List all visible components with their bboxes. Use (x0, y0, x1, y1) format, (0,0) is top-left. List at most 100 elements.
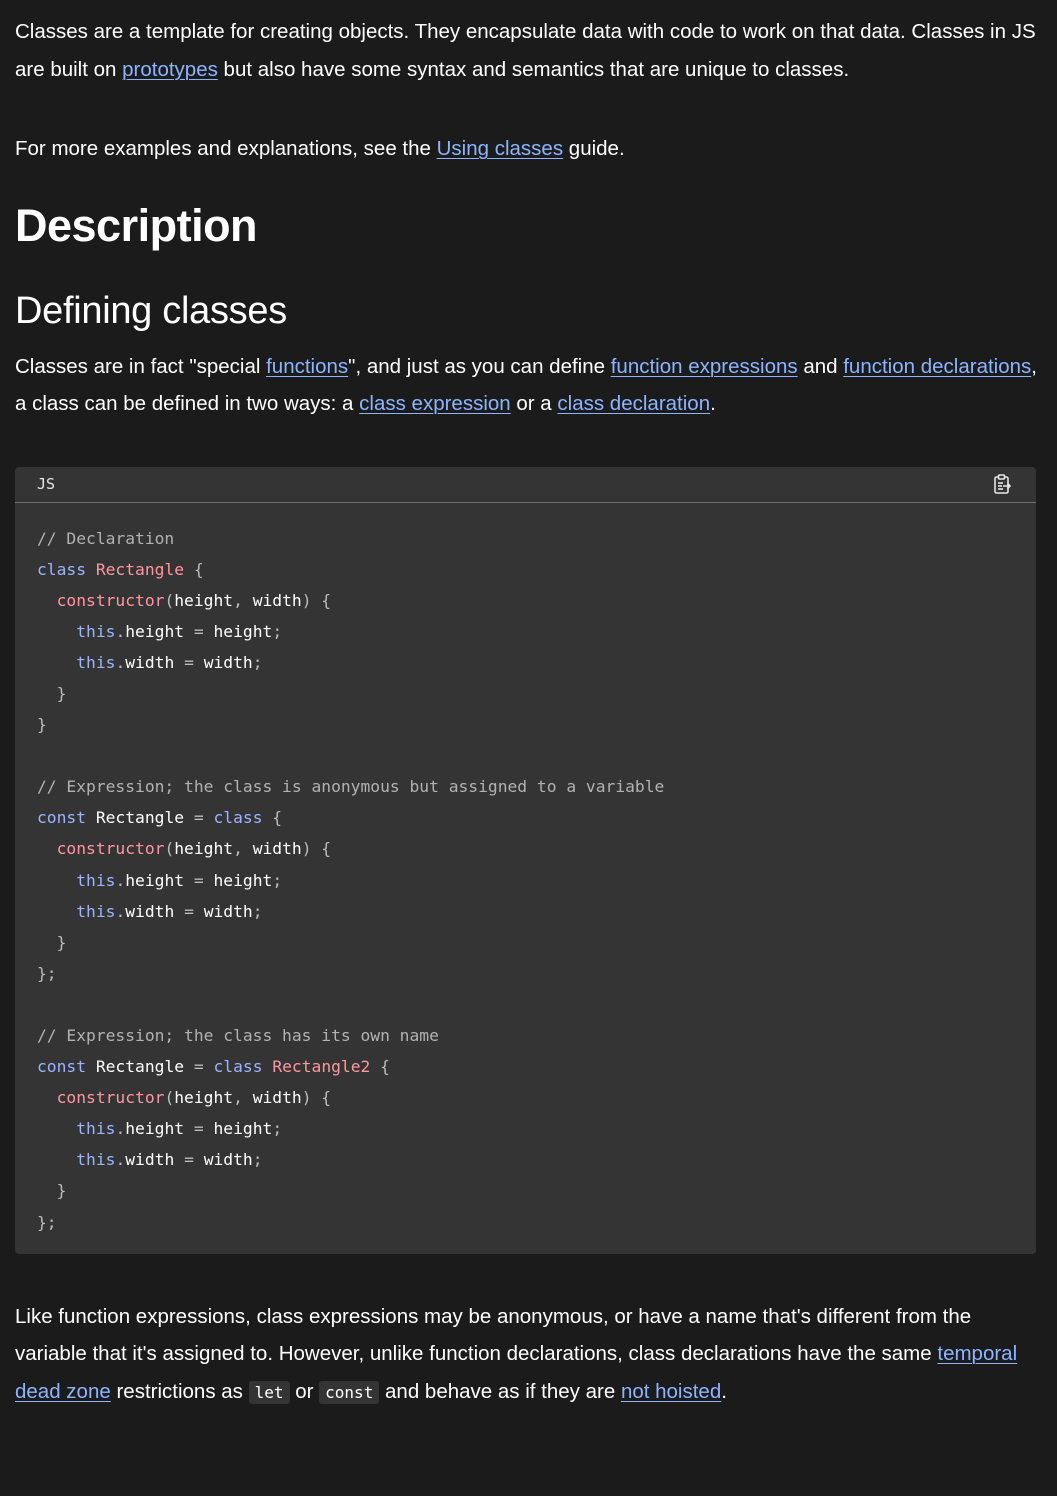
code-line: }; (37, 964, 57, 983)
subsection-heading-defining-classes: Defining classes (15, 289, 287, 332)
code-token: Rectangle (95, 559, 185, 579)
code-line: // Declaration (37, 529, 174, 548)
code-token: , (233, 1088, 253, 1108)
hoisting-paragraph: Like function expressions, class express… (15, 1298, 1042, 1412)
hoisting-text: restrictions as (110, 1379, 249, 1403)
code-line: } (37, 715, 47, 734)
code-token: { (370, 1057, 390, 1077)
code-example: JS // Declaration class Rectangle { cons… (15, 466, 1036, 1254)
link-functions[interactable]: functions (266, 355, 348, 378)
code-token: this (76, 1150, 116, 1170)
code-token: = (174, 1150, 204, 1170)
code-token: // Declaration (37, 528, 175, 548)
code-line: const Rectangle = class { (37, 808, 282, 827)
code-token: height (174, 839, 234, 859)
code-token: } (37, 715, 47, 735)
code-line: // Expression; the class is anonymous bu… (37, 777, 664, 796)
code-token: width (252, 590, 302, 610)
code-token: ) { (301, 590, 332, 610)
more-examples-text-end: guide. (563, 137, 625, 160)
code-token: height (125, 1119, 185, 1139)
code-token: Rectangle (95, 1057, 185, 1077)
code-token: constructor (56, 590, 165, 610)
code-header: JS (15, 467, 1036, 503)
defining-text: Classes are in fact "special (15, 354, 267, 378)
code-line: this.width = width; (37, 901, 263, 921)
section-heading-description: Description (15, 199, 258, 251)
code-token: . (115, 1150, 126, 1170)
code-line: class Rectangle { (37, 560, 204, 579)
code-line: this.height = height; (37, 622, 282, 641)
code-token: . (115, 621, 126, 641)
code-token: class (213, 808, 263, 828)
code-token: = (184, 1119, 214, 1139)
more-examples-text: For more examples and explanations, see … (15, 137, 437, 160)
code-line: } (37, 684, 67, 703)
code-token: class (213, 1057, 263, 1077)
code-line: this.height = height; (37, 871, 282, 890)
article-content: Classes are a template for creating obje… (0, 0, 1057, 1411)
link-class-declaration[interactable]: class declaration (557, 392, 710, 415)
code-token: constructor (56, 1088, 165, 1108)
code-token: . (115, 1119, 126, 1139)
code-token: = (184, 870, 214, 890)
code-token: width (125, 652, 175, 672)
code-line: this.width = width; (37, 652, 262, 672)
code-token: width (252, 839, 302, 859)
link-not-hoisted[interactable]: not hoisted (621, 1380, 721, 1403)
link-prototypes[interactable]: prototypes (122, 58, 218, 81)
code-token: ; (252, 901, 263, 921)
code-token: Rectangle (95, 808, 185, 828)
hoisting-text: . (721, 1379, 727, 1403)
code-line: } (37, 932, 67, 952)
code-token: width (252, 1088, 302, 1108)
code-body: // Declaration class Rectangle { constru… (15, 503, 1036, 1254)
code-token: this (76, 870, 116, 890)
defining-text: . (710, 392, 716, 415)
inline-code-let: let (248, 1380, 290, 1404)
code-token: height (174, 1088, 234, 1108)
defining-classes-paragraph: Classes are in fact "special functions",… (15, 348, 1042, 423)
code-token: width (125, 901, 175, 921)
code-token: , (233, 839, 253, 859)
code-token: ( (164, 839, 175, 859)
code-token: { (262, 808, 283, 828)
link-function-expressions[interactable]: function expressions (611, 355, 798, 378)
code-token: const (37, 808, 87, 828)
clipboard-icon[interactable] (990, 472, 1014, 496)
code-token: Rectangle2 (272, 1057, 371, 1077)
link-class-expression[interactable]: class expression (359, 392, 511, 415)
code-token: { (184, 559, 204, 579)
code-line: this.width = width; (37, 1150, 262, 1170)
code-token: this (76, 901, 116, 921)
code-token: = (174, 652, 204, 672)
code-token: height (174, 590, 234, 610)
hoisting-text: Like function expressions, class express… (15, 1304, 972, 1366)
code-token: . (115, 901, 126, 921)
link-function-declarations[interactable]: function declarations (843, 355, 1031, 378)
defining-text: or a (510, 392, 558, 415)
code-language-label: JS (37, 475, 56, 493)
code-token: width (203, 1150, 253, 1170)
link-using-classes[interactable]: Using classes (437, 137, 563, 160)
code-token: ; (272, 621, 283, 641)
code-token: } (37, 1181, 67, 1201)
code-token: } (37, 932, 67, 952)
hoisting-text: and behave as if they are (379, 1379, 621, 1403)
code-token: height (125, 621, 185, 641)
code-token: = (184, 1057, 214, 1077)
more-examples-paragraph: For more examples and explanations, see … (15, 130, 1042, 168)
code-line: const Rectangle = class Rectangle2 { (37, 1057, 390, 1076)
code-token: }; (37, 963, 57, 983)
code-line: // Expression; the class has its own nam… (37, 1026, 439, 1045)
